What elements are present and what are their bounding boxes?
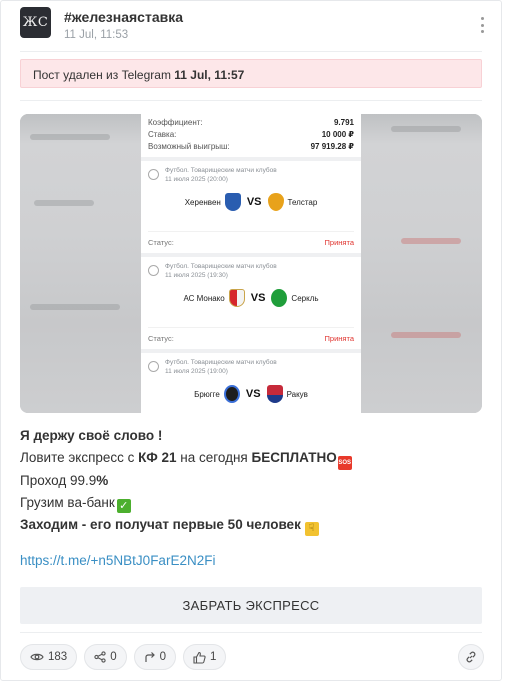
shares-counter[interactable]: 0 bbox=[84, 644, 127, 670]
more-menu-icon[interactable] bbox=[479, 17, 485, 33]
away-crest-icon bbox=[266, 385, 283, 403]
link-icon bbox=[466, 651, 476, 663]
away-team: Серкль bbox=[291, 293, 319, 303]
post-stats: 183 0 0 1 bbox=[20, 644, 227, 670]
post-card: ЖС #железнаяставка 11 Jul, 11:53 Пост уд… bbox=[0, 0, 502, 681]
forward-arrow-icon bbox=[144, 652, 155, 662]
home-team: АС Монако bbox=[183, 293, 225, 303]
post-text: Я держу своё слово ! Ловите экспресс с К… bbox=[20, 425, 482, 536]
deleted-notice-date: 11 Jul, 11:57 bbox=[174, 68, 245, 82]
divider bbox=[20, 51, 482, 52]
home-team: Брюгге bbox=[194, 389, 220, 399]
post-image[interactable]: Коэффициент: 9.791 Ставка: 10 000 ₽ Возмож… bbox=[20, 114, 482, 413]
post-date: 11 Jul, 11:53 bbox=[64, 29, 129, 41]
away-team: Ракув bbox=[286, 389, 308, 399]
football-icon bbox=[148, 361, 159, 372]
match-card: Футбол. Товарищеские матчи клубов 11 июля… bbox=[141, 161, 361, 253]
likes-counter[interactable]: 1 bbox=[183, 644, 227, 670]
deleted-notice-text: Пост удален из Telegram bbox=[33, 68, 175, 82]
image-blur-right bbox=[361, 114, 482, 413]
home-team: Херенвен bbox=[184, 197, 221, 207]
home-crest-icon bbox=[228, 289, 245, 307]
channel-title[interactable]: #железнаяставка bbox=[64, 9, 183, 25]
copy-link-button[interactable] bbox=[458, 644, 484, 670]
channel-avatar[interactable]: ЖС bbox=[20, 7, 51, 38]
post-line-4: Грузим ва-банк ✓ bbox=[20, 492, 482, 514]
ticket-summary: Коэффициент: 9.791 Ставка: 10 000 ₽ Возмож… bbox=[141, 114, 361, 157]
get-express-button[interactable]: ЗАБРАТЬ ЭКСПРЕСС bbox=[20, 587, 482, 624]
forwards-counter[interactable]: 0 bbox=[133, 644, 176, 670]
away-crest-icon bbox=[271, 289, 288, 307]
post-line-3: Проход 99.9% bbox=[20, 473, 109, 488]
home-crest-icon bbox=[223, 385, 240, 403]
eye-icon bbox=[30, 653, 44, 661]
divider bbox=[20, 100, 482, 101]
bet-ticket: Коэффициент: 9.791 Ставка: 10 000 ₽ Возмож… bbox=[141, 114, 361, 413]
post-header: ЖС #железнаяставка 11 Jul, 11:53 bbox=[20, 7, 485, 47]
thumbs-up-icon bbox=[193, 651, 206, 664]
match-card: Футбол. Товарищеские матчи клубов 11 июля… bbox=[141, 257, 361, 349]
post-line-1: Я держу своё слово ! bbox=[20, 428, 163, 443]
football-icon bbox=[148, 169, 159, 180]
deleted-notice: Пост удален из Telegram 11 Jul, 11:57 bbox=[20, 59, 482, 88]
divider bbox=[20, 632, 482, 633]
telegram-link[interactable]: https://t.me/+n5NBtJ0FarE2N2Fi bbox=[20, 553, 215, 568]
pointing-down-emoji-icon: ☟ bbox=[304, 522, 319, 536]
sos-emoji-icon: SOS bbox=[337, 456, 352, 470]
match-card: Футбол. Товарищеские матчи клубов 11 июля… bbox=[141, 353, 361, 413]
football-icon bbox=[148, 265, 159, 276]
image-blur-left bbox=[20, 114, 141, 413]
check-mark-emoji-icon: ✓ bbox=[116, 499, 131, 513]
share-icon bbox=[94, 651, 106, 663]
post-line-2: Ловите экспресс с КФ 21 на сегодня БЕСПЛ… bbox=[20, 447, 482, 470]
away-crest-icon bbox=[267, 193, 284, 211]
views-counter[interactable]: 183 bbox=[20, 644, 78, 670]
home-crest-icon bbox=[224, 193, 241, 211]
post-line-5: Заходим - его получат первые 50 человек … bbox=[20, 514, 482, 536]
away-team: Телстар bbox=[287, 197, 318, 207]
